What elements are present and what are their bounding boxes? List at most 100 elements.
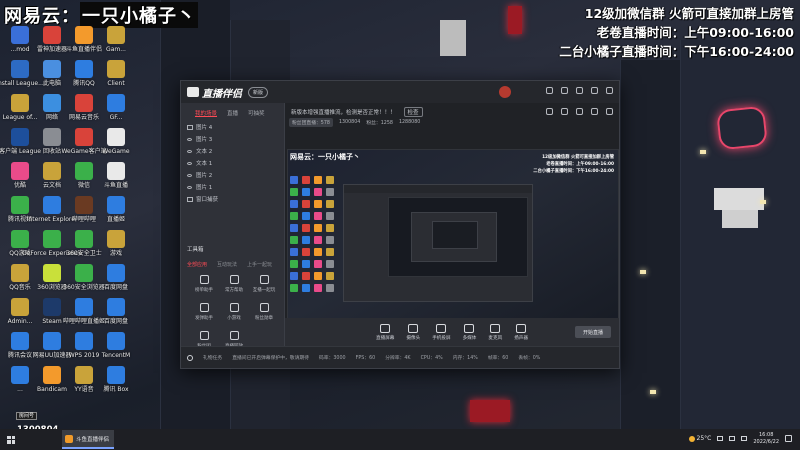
version-badge[interactable]: 新版 <box>248 86 269 98</box>
source-button[interactable]: 直播屏幕 <box>376 323 394 341</box>
layer-icon[interactable] <box>187 124 193 130</box>
check-button[interactable]: 检查 <box>403 107 423 117</box>
tool-item[interactable]: 常方帮助 <box>219 275 249 293</box>
source-button[interactable]: 摄像头 <box>406 323 420 341</box>
tool-item[interactable]: 发弹助手 <box>189 303 219 321</box>
desktop-icon[interactable]: League of... <box>3 94 37 126</box>
live-companion-window[interactable]: 直播伴侣 新版 我的场景 直播 可抽奖 图片 4 图片 3 文本 2 文本 1 图片 2… <box>180 80 620 369</box>
clock[interactable]: 16:08 2022/6/22 <box>753 432 779 445</box>
tool-tab-play[interactable]: 上手一起玩 <box>247 261 272 268</box>
more-icon[interactable] <box>606 108 613 115</box>
taskbar-app[interactable]: 斗鱼直播伴侣 <box>62 430 114 449</box>
tool-item[interactable]: 榜单助手 <box>189 275 219 293</box>
desktop-icon[interactable]: 游戏 <box>100 230 132 262</box>
desktop-icon[interactable]: Install League... <box>0 60 44 92</box>
tab-scenes[interactable]: 我的场景 <box>195 109 218 117</box>
input-method-icon[interactable] <box>741 436 748 441</box>
desktop-icon[interactable]: WeGame <box>100 128 132 160</box>
scene-item[interactable]: 窗口捕获 <box>181 193 284 205</box>
desktop-icon[interactable]: GeForce Experience <box>22 230 82 262</box>
skin-icon[interactable] <box>546 87 553 94</box>
desktop-icon[interactable]: 腾讯会议 <box>4 332 36 364</box>
volume-icon[interactable] <box>729 436 736 441</box>
settings-icon[interactable] <box>576 87 583 94</box>
share-icon[interactable] <box>576 108 583 115</box>
eye-icon[interactable] <box>187 149 192 153</box>
desktop-icon[interactable]: 客户端 League <box>0 128 41 160</box>
start-live-button[interactable]: 开始直播 <box>575 326 611 338</box>
desktop-icon[interactable]: ... <box>4 366 36 398</box>
desktop-icon[interactable]: 360安全卫士 <box>66 230 102 262</box>
weather[interactable]: 25°C <box>688 435 711 442</box>
desktop-icon[interactable]: 网易云音乐 <box>68 94 100 126</box>
gift-tool-icon[interactable] <box>546 108 553 115</box>
tool-item[interactable]: 小游戏 <box>219 303 249 321</box>
desktop-icon[interactable]: 360浏览器 <box>36 264 68 296</box>
avatar[interactable] <box>499 86 511 98</box>
desktop-icon[interactable]: 网络 <box>36 94 68 126</box>
desktop-icon[interactable]: 此电脑 <box>36 60 68 92</box>
source-button[interactable]: 麦克风 <box>488 323 502 341</box>
desktop-icon[interactable]: 腾讯 Box <box>100 366 132 398</box>
desktop-icon[interactable]: 微信 <box>68 162 100 194</box>
scene-item[interactable]: 图片 1 <box>181 181 284 193</box>
desktop-icon[interactable]: WeGame客户端 <box>61 128 107 160</box>
desktop-icon[interactable]: 雷神加速器 <box>36 26 68 58</box>
desktop-icon[interactable]: 哔哩哔哩直播姬 <box>63 298 105 330</box>
source-button[interactable]: 手机投屏 <box>432 323 451 341</box>
gift-icon[interactable] <box>561 87 568 94</box>
desktop-icon[interactable]: Bandicam <box>36 366 68 398</box>
desktop-icon[interactable]: 百度网盘 <box>100 298 132 330</box>
desktop-icon[interactable]: Internet Explorer <box>27 196 77 228</box>
scene-item[interactable]: 文本 2 <box>181 145 284 157</box>
tab-lottery[interactable]: 可抽奖 <box>248 109 265 117</box>
desktop-icon[interactable]: 腾讯视频 <box>4 196 36 228</box>
desktop-icon[interactable]: 网易UU加速器 <box>33 332 71 364</box>
desktop-icon[interactable]: 360安全浏览器 <box>63 264 105 296</box>
app-titlebar[interactable]: 直播伴侣 新版 <box>181 81 619 103</box>
start-button[interactable] <box>0 429 22 450</box>
eye-icon[interactable] <box>187 185 192 189</box>
bell-icon[interactable] <box>591 108 598 115</box>
desktop-icon[interactable]: YY语音 <box>68 366 100 398</box>
desktop-icon[interactable]: 百度网盘 <box>100 264 132 296</box>
tab-live[interactable]: 直播 <box>227 109 238 117</box>
desktop-icon[interactable]: Steam <box>36 298 68 330</box>
eye-icon[interactable] <box>187 137 192 141</box>
lock-icon[interactable] <box>561 108 568 115</box>
desktop-icon[interactable]: 回收站 <box>36 128 68 160</box>
tool-item[interactable]: 互播一起玩 <box>249 275 279 293</box>
network-icon[interactable] <box>717 436 724 441</box>
tool-tab-all[interactable]: 全部应用 <box>187 261 207 268</box>
desktop-icon[interactable]: WPS 2019 <box>68 332 100 364</box>
desktop-icon[interactable]: 斗鱼直播伴侣 <box>66 26 102 58</box>
tool-item[interactable]: 粉丝勋章 <box>249 303 279 321</box>
stream-preview[interactable]: 网易云：一只小橘子丶 12级加微信群 火箭可直接加群上房管 老卷直播时间：上午0… <box>287 149 619 335</box>
desktop-icon[interactable]: QQ音乐 <box>4 264 36 296</box>
source-button[interactable]: 多媒体 <box>463 323 476 341</box>
desktop-icon[interactable]: 直播姬 <box>100 196 132 228</box>
desktop-icon[interactable]: 云文档 <box>36 162 68 194</box>
scene-item[interactable]: 图片 2 <box>181 169 284 181</box>
desktop-icon[interactable]: GF... <box>100 94 132 126</box>
layer-icon[interactable] <box>187 196 193 202</box>
tool-tab-interact[interactable]: 互动玩法 <box>217 261 237 268</box>
desktop-icon[interactable]: 哔哩哔哩 <box>68 196 100 228</box>
desktop-icon[interactable]: ...mod <box>4 26 36 58</box>
desktop-icon[interactable]: Client <box>100 60 132 92</box>
eye-icon[interactable] <box>187 173 192 177</box>
desktop-icon[interactable]: TencentM <box>100 332 132 364</box>
close-icon[interactable] <box>606 87 613 94</box>
scene-item[interactable]: 文本 1 <box>181 157 284 169</box>
notification-icon[interactable] <box>785 435 792 442</box>
desktop-icon[interactable]: 优酷 <box>4 162 36 194</box>
scene-item[interactable]: 图片 3 <box>181 133 284 145</box>
desktop-icon[interactable]: 斗鱼直播 <box>100 162 132 194</box>
desktop-icon[interactable]: 腾讯QQ <box>68 60 100 92</box>
scene-item[interactable]: 图片 4 <box>181 121 284 133</box>
eye-icon[interactable] <box>187 161 192 165</box>
desktop-icon[interactable]: Admin... <box>4 298 36 330</box>
desktop-icon[interactable]: QQ游戏 <box>4 230 36 262</box>
source-button[interactable]: 扬声器 <box>514 323 528 341</box>
minimize-icon[interactable] <box>591 87 598 94</box>
